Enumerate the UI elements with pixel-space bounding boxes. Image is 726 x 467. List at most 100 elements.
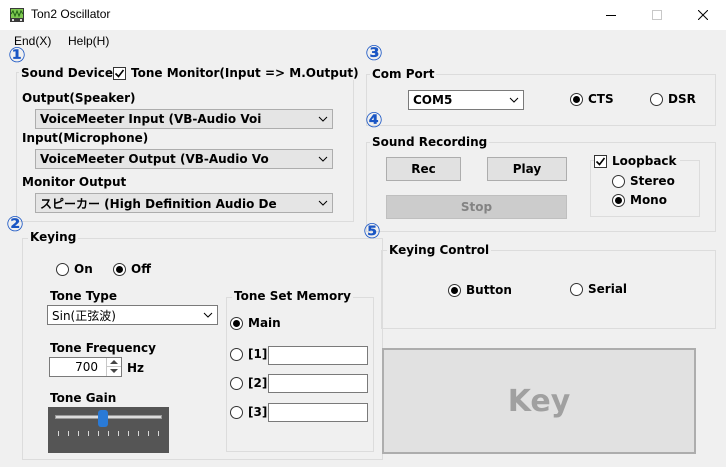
cts-radio[interactable]: CTS: [570, 92, 614, 106]
badge-2-text: ②: [6, 211, 24, 236]
keying-control-label: Keying Control: [387, 243, 492, 257]
radio-button[interactable]: [230, 316, 243, 330]
mono-radio[interactable]: Mono: [612, 193, 667, 207]
keying-label: Keying: [28, 230, 79, 244]
maximize-icon: [652, 10, 662, 20]
key-button[interactable]: Key: [382, 348, 696, 454]
play-button[interactable]: Play: [487, 157, 567, 181]
tone-frequency-unit: Hz: [127, 361, 145, 375]
radio-button[interactable]: [612, 193, 625, 207]
minimize-button[interactable]: [588, 0, 634, 30]
spin-up-icon[interactable]: [107, 358, 121, 367]
minimize-icon: [606, 15, 616, 16]
dsr-radio[interactable]: DSR: [650, 92, 696, 106]
radio-button[interactable]: [570, 92, 583, 106]
com-port-select[interactable]: COM5: [408, 90, 524, 110]
com-port-label: Com Port: [370, 67, 437, 81]
memory-slot-1-input[interactable]: [268, 346, 368, 365]
radio-button[interactable]: [448, 283, 461, 297]
radio-button[interactable]: [650, 92, 663, 106]
monitor-output-value: スピーカー (High Definition Audio De: [40, 196, 277, 211]
stop-button[interactable]: Stop: [386, 195, 567, 219]
mono-label: Mono: [630, 193, 667, 207]
stereo-radio[interactable]: Stereo: [612, 174, 675, 188]
loopback-checkbox[interactable]: Loopback: [594, 154, 680, 168]
spin-down-icon[interactable]: [107, 367, 121, 376]
keying-serial-radio[interactable]: Serial: [570, 282, 627, 296]
keying-serial-label: Serial: [588, 282, 628, 296]
memory-slot-2-radio[interactable]: [2]: [230, 376, 267, 390]
output-speaker-value: VoiceMeeter Input (VB-Audio Voi: [40, 112, 262, 126]
dsr-label: DSR: [668, 92, 696, 106]
stereo-label: Stereo: [630, 174, 675, 188]
chevron-down-icon: [505, 97, 523, 103]
radio-button[interactable]: [230, 347, 243, 361]
keying-off-radio[interactable]: Off: [113, 262, 151, 276]
radio-button[interactable]: [230, 376, 243, 390]
tone-frequency-stepper[interactable]: 700: [49, 357, 122, 377]
spin-arrows-icon[interactable]: [106, 358, 121, 376]
tone-type-value: Sin(正弦波): [52, 308, 116, 323]
keying-button-label: Button: [466, 283, 512, 297]
radio-button[interactable]: [612, 174, 625, 188]
keying-button-radio[interactable]: Button: [448, 283, 512, 297]
section-5-badge: ⑤: [359, 218, 385, 244]
tone-set-memory-label: Tone Set Memory: [232, 289, 353, 303]
memory-main-label: Main: [248, 316, 281, 330]
badge-3-text: ③: [365, 40, 383, 65]
monitor-output-label: Monitor Output: [22, 175, 127, 189]
radio-button[interactable]: [56, 262, 69, 276]
memory-main-radio[interactable]: Main: [230, 316, 281, 330]
output-speaker-select[interactable]: VoiceMeeter Input (VB-Audio Voi: [35, 109, 333, 129]
badge-4-text: ④: [365, 107, 383, 132]
section-2-badge: ②: [2, 211, 28, 237]
com-port-value: COM5: [413, 93, 453, 107]
memory-slot-3-input[interactable]: [268, 403, 368, 422]
section-1-badge: ①: [4, 42, 30, 68]
section-3-badge: ③: [361, 40, 387, 66]
radio-button[interactable]: [230, 405, 243, 419]
radio-button[interactable]: [570, 282, 583, 296]
loopback-check-box[interactable]: [594, 154, 607, 168]
tone-monitor-check-box[interactable]: [113, 66, 126, 80]
memory-slot-3-label: [3]: [248, 405, 268, 419]
tone-monitor-checkbox[interactable]: Tone Monitor(Input => M.Output): [113, 66, 362, 80]
tone-gain-slider[interactable]: [48, 407, 169, 453]
close-icon: [698, 10, 708, 20]
slider-thumb[interactable]: [98, 410, 109, 427]
loopback-label: Loopback: [612, 154, 677, 168]
memory-slot-1-radio[interactable]: [1]: [230, 347, 267, 361]
checkmark-icon: [595, 157, 606, 166]
tone-gain-label: Tone Gain: [50, 391, 117, 405]
maximize-button[interactable]: [634, 0, 680, 30]
memory-slot-1-label: [1]: [248, 347, 268, 361]
sound-recording-label: Sound Recording: [370, 135, 490, 149]
radio-button[interactable]: [113, 262, 126, 276]
chevron-down-icon: [314, 116, 332, 122]
tone-type-select[interactable]: Sin(正弦波): [47, 305, 218, 325]
memory-slot-2-input[interactable]: [268, 374, 368, 393]
key-button-label: Key: [507, 383, 571, 419]
tone-frequency-label: Tone Frequency: [50, 341, 156, 355]
badge-5-text: ⑤: [363, 218, 381, 243]
keying-on-radio[interactable]: On: [56, 262, 93, 276]
menu-help[interactable]: Help(H): [68, 34, 109, 48]
keying-on-label: On: [74, 262, 93, 276]
tone-monitor-label: Tone Monitor(Input => M.Output): [131, 66, 359, 80]
badge-1-text: ①: [8, 42, 26, 67]
checkmark-icon: [114, 69, 125, 78]
close-button[interactable]: [680, 0, 726, 30]
oscillator-app-icon: [9, 7, 25, 23]
loopback-group: [590, 160, 700, 217]
input-microphone-value: VoiceMeeter Output (VB-Audio Vo: [40, 152, 269, 166]
keying-off-label: Off: [131, 262, 151, 276]
memory-slot-3-radio[interactable]: [3]: [230, 405, 267, 419]
monitor-output-select[interactable]: スピーカー (High Definition Audio De: [35, 193, 333, 213]
tone-type-label: Tone Type: [50, 289, 118, 303]
rec-button[interactable]: Rec: [386, 157, 461, 181]
output-speaker-label: Output(Speaker): [22, 91, 136, 105]
tone-frequency-value[interactable]: 700: [50, 358, 106, 376]
keying-control-group: [381, 250, 716, 329]
input-microphone-select[interactable]: VoiceMeeter Output (VB-Audio Vo: [35, 149, 333, 169]
cts-label: CTS: [588, 92, 614, 106]
